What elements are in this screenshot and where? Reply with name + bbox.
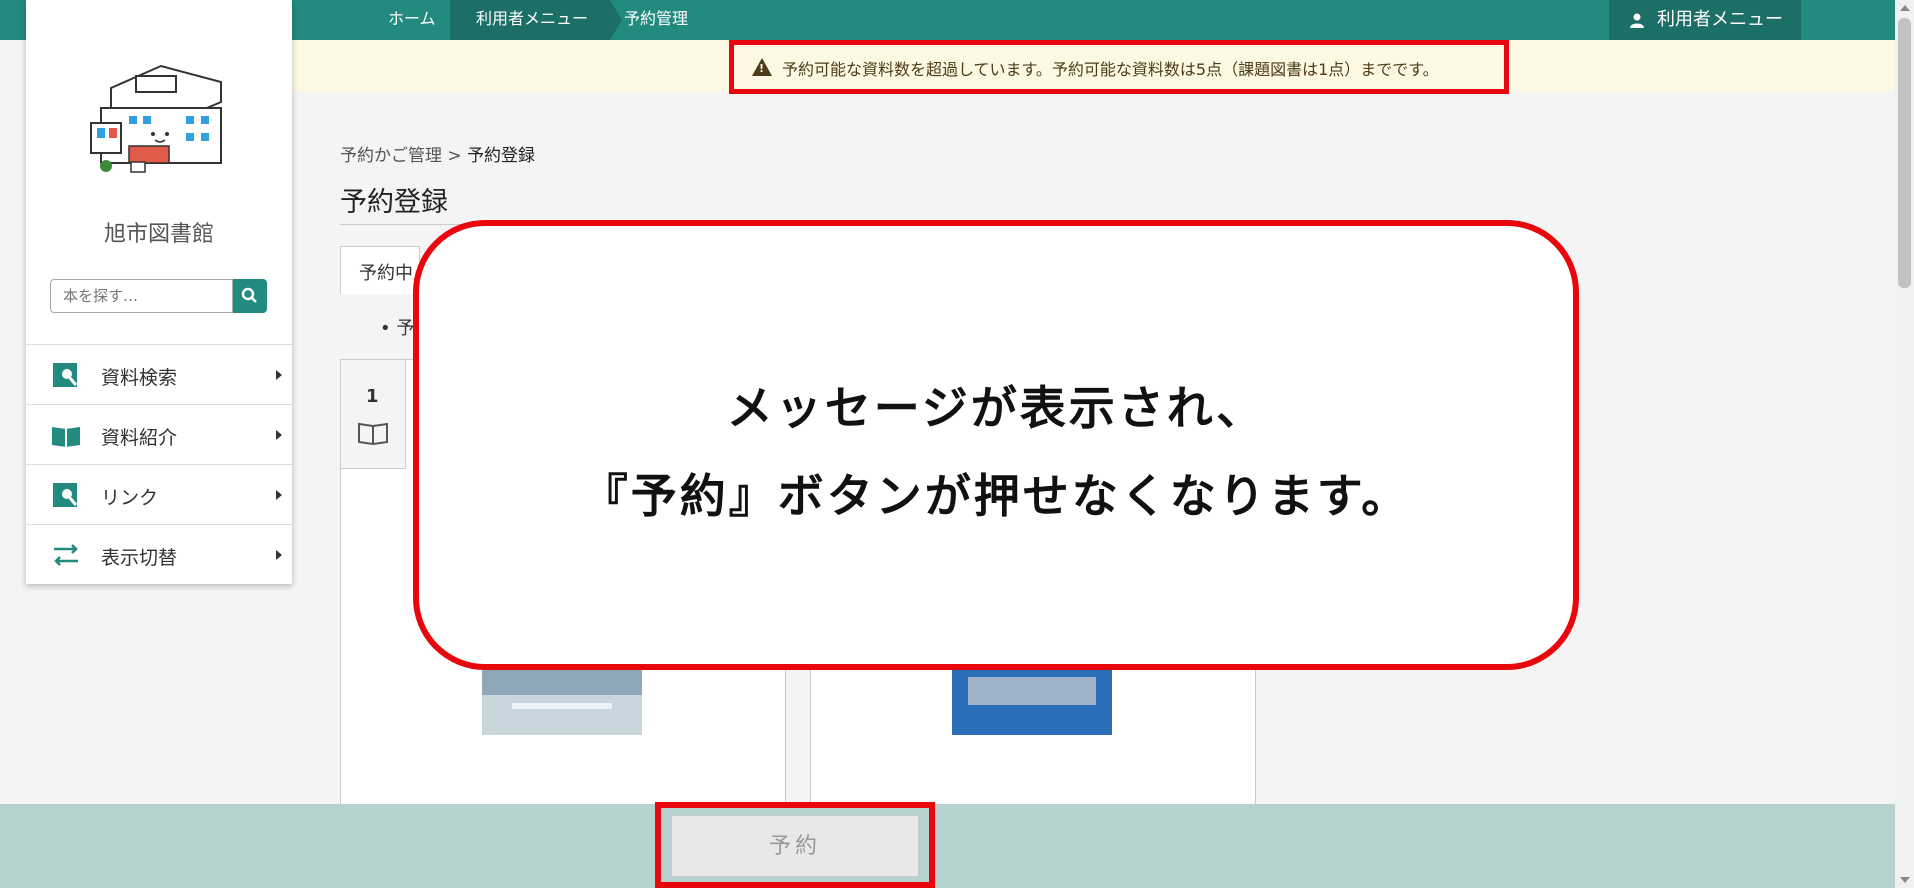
scroll-down-icon[interactable]: [1900, 877, 1910, 883]
link-search-icon: [53, 483, 78, 507]
book-icon: [358, 422, 388, 446]
breadcrumb-arrow: [610, 0, 623, 40]
sidebar-item-introduction[interactable]: 資料紹介: [26, 404, 292, 464]
breadcrumb-reservation[interactable]: 予約管理: [624, 0, 688, 40]
user-menu-label: 利用者メニュー: [1657, 9, 1783, 30]
vertical-scrollbar[interactable]: [1895, 0, 1914, 888]
sidebar-item-label: リンク: [101, 487, 159, 509]
switch-arrows-icon: [54, 544, 78, 566]
sidebar-item-label: 資料検索: [101, 367, 178, 389]
library-logo[interactable]: [81, 58, 241, 188]
warning-icon: [752, 58, 772, 76]
book-search-icon: [53, 363, 78, 387]
page-title: 予約登録: [340, 187, 448, 218]
item-number: 1: [366, 386, 379, 407]
chevron-right-icon: [276, 370, 282, 380]
sidebar-item-label: 表示切替: [101, 547, 178, 569]
breadcrumb-separator: >: [447, 146, 462, 166]
sidebar: 旭市図書館 資料検索 資料紹介 リンク: [26, 0, 292, 584]
sidebar-item-display-toggle[interactable]: 表示切替: [26, 524, 292, 584]
item-number-box: 1: [340, 359, 406, 469]
callout-line-1: メッセージが表示され、: [726, 381, 1266, 435]
reserve-button[interactable]: 予約: [671, 815, 919, 877]
chevron-right-icon: [276, 490, 282, 500]
breadcrumb-parent-link[interactable]: 予約かご管理: [340, 146, 442, 166]
breadcrumb-current: 予約登録: [467, 146, 536, 166]
open-book-icon: [52, 427, 80, 447]
search-input[interactable]: [50, 279, 233, 313]
search-icon: [241, 287, 257, 303]
sidebar-item-search[interactable]: 資料検索: [26, 344, 292, 404]
bullet-item: • 予: [380, 318, 415, 339]
callout-line-2: 『予約』ボタンが押せなくなります。: [581, 469, 1411, 523]
bullet-text: 予: [396, 318, 415, 339]
sidebar-item-label: 資料紹介: [101, 427, 178, 449]
scroll-up-icon[interactable]: [1900, 5, 1910, 11]
sidebar-item-links[interactable]: リンク: [26, 464, 292, 524]
tab-reserved[interactable]: 予約中: [340, 246, 420, 294]
user-icon: [1630, 13, 1644, 28]
scrollbar-thumb[interactable]: [1898, 18, 1911, 288]
library-name: 旭市図書館: [103, 222, 214, 247]
search-button[interactable]: [233, 279, 267, 313]
chevron-right-icon: [276, 430, 282, 440]
footer-bar: [0, 804, 1895, 888]
breadcrumb: 予約かご管理 > 予約登録: [340, 141, 535, 166]
instruction-callout: メッセージが表示され、 『予約』ボタンが押せなくなります。: [413, 220, 1579, 670]
breadcrumb-user-menu-label: 利用者メニュー: [476, 9, 589, 28]
breadcrumb-user-menu[interactable]: 利用者メニュー: [450, 0, 623, 40]
breadcrumb-home[interactable]: ホーム: [388, 0, 436, 40]
book-cover-thumbnail[interactable]: [952, 665, 1112, 735]
alert-text: 予約可能な資料数を超過しています。予約可能な資料数は5点（課題図書は1点）までで…: [782, 60, 1439, 79]
book-cover-thumbnail[interactable]: [482, 665, 642, 735]
user-menu-button[interactable]: 利用者メニュー: [1609, 0, 1801, 40]
chevron-right-icon: [276, 550, 282, 560]
alert-message-box: 予約可能な資料数を超過しています。予約可能な資料数は5点（課題図書は1点）までで…: [729, 40, 1509, 94]
